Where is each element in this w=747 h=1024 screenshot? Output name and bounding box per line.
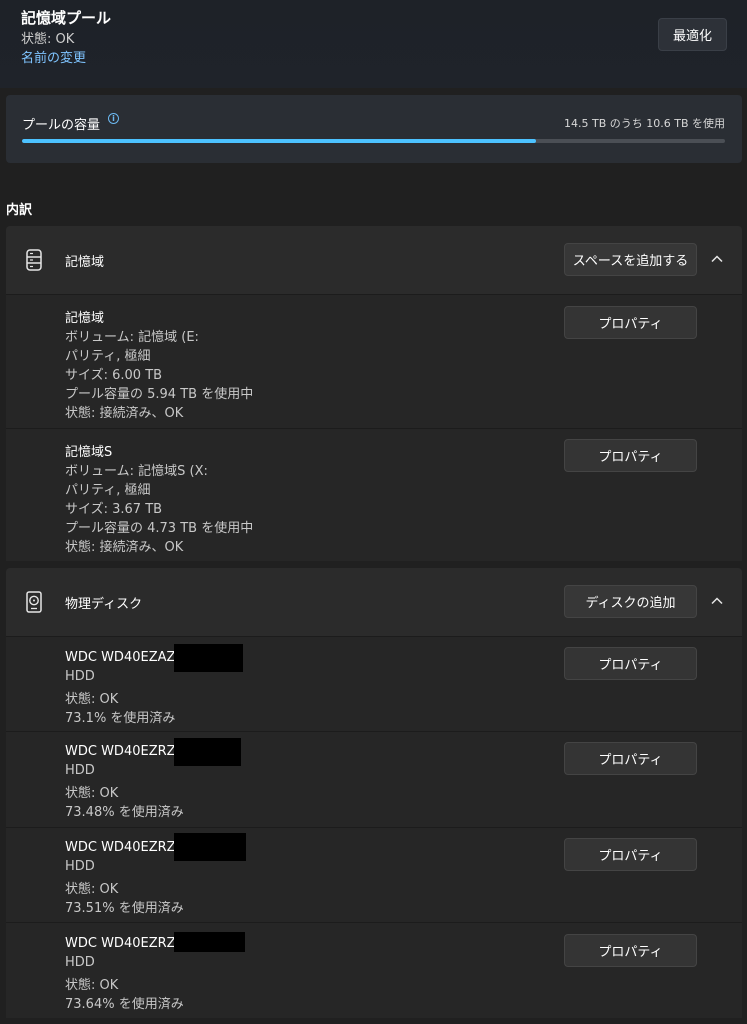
storage-space-resiliency: パリティ, 極細 — [65, 483, 151, 498]
storage-space-size: サイズ: 6.00 TB — [65, 368, 163, 383]
storage-space-status: 状態: 接続済み、OK — [65, 406, 184, 421]
disk-status: 状態: OK — [65, 786, 119, 801]
storage-space-volume: ボリューム: 記憶域 (E: — [65, 330, 199, 345]
page-title: 記憶域プール — [21, 9, 112, 27]
storage-space-resiliency: パリティ, 極細 — [65, 349, 151, 364]
capacity-card: プールの容量 i 14.5 TB のうち 10.6 TB を使用 — [6, 95, 742, 163]
storage-spaces-title: 記憶域 — [65, 255, 105, 270]
server-icon — [26, 249, 42, 271]
storage-space-volume: ボリューム: 記憶域S (X: — [65, 464, 208, 479]
disk-model: WDC WD40EZRZ — [65, 936, 176, 951]
disk-media-type: HDD — [65, 669, 95, 684]
storage-space-row: 記憶域S ボリューム: 記憶域S (X: パリティ, 極細 サイズ: 3.67 … — [6, 428, 742, 561]
disk-usage: 73.48% を使用済み — [65, 805, 184, 820]
chevron-up-icon[interactable] — [710, 594, 724, 608]
properties-button[interactable]: プロパティ — [564, 934, 697, 967]
pool-header: 記憶域プール 状態: OK 名前の変更 最適化 — [0, 0, 747, 88]
rename-link[interactable]: 名前の変更 — [21, 47, 86, 66]
disk-model: WDC WD40EZRZ — [65, 744, 176, 759]
disk-media-type: HDD — [65, 859, 95, 874]
properties-button[interactable]: プロパティ — [564, 439, 697, 472]
properties-button[interactable]: プロパティ — [564, 838, 697, 871]
add-disk-button[interactable]: ディスクの追加 — [564, 585, 697, 618]
disk-usage: 73.51% を使用済み — [65, 901, 184, 916]
disk-status: 状態: OK — [65, 692, 119, 707]
redacted-serial — [174, 932, 245, 952]
disk-usage: 73.64% を使用済み — [65, 997, 184, 1012]
storage-spaces-header[interactable]: 記憶域 スペースを追加する — [6, 226, 742, 294]
capacity-bar-fill — [22, 139, 536, 143]
disk-media-type: HDD — [65, 763, 95, 778]
storage-space-size: サイズ: 3.67 TB — [65, 502, 163, 517]
storage-space-pool-usage: プール容量の 4.73 TB を使用中 — [65, 521, 254, 536]
redacted-serial — [174, 738, 241, 766]
storage-space-name: 記憶域 — [65, 311, 105, 326]
properties-button[interactable]: プロパティ — [564, 306, 697, 339]
info-icon[interactable]: i — [108, 113, 119, 124]
redacted-serial — [174, 644, 243, 672]
disk-status: 状態: OK — [65, 978, 119, 993]
disk-model: WDC WD40EZRZ — [65, 840, 176, 855]
chevron-up-icon[interactable] — [710, 252, 724, 266]
properties-button[interactable]: プロパティ — [564, 647, 697, 680]
storage-space-pool-usage: プール容量の 5.94 TB を使用中 — [65, 387, 254, 402]
physical-disks-title: 物理ディスク — [65, 597, 143, 612]
disk-model: WDC WD40EZAZ — [65, 650, 176, 665]
physical-disk-row: WDC WD40EZRZ HDD 状態: OK 73.64% を使用済み プロパ… — [6, 922, 742, 1018]
disk-status: 状態: OK — [65, 882, 119, 897]
storage-space-name: 記憶域S — [65, 445, 113, 460]
capacity-usage-text: 14.5 TB のうち 10.6 TB を使用 — [564, 117, 725, 130]
physical-disk-row: WDC WD40EZRZ HDD 状態: OK 73.51% を使用済み プロパ… — [6, 827, 742, 922]
physical-disk-row: WDC WD40EZRZ HDD 状態: OK 73.48% を使用済み プロパ… — [6, 731, 742, 827]
optimize-button[interactable]: 最適化 — [658, 18, 727, 51]
redacted-serial — [174, 833, 246, 861]
breakdown-heading: 内訳 — [6, 203, 33, 218]
capacity-bar — [22, 139, 725, 143]
physical-disk-row: WDC WD40EZAZ HDD 状態: OK 73.1% を使用済み プロパテ… — [6, 636, 742, 731]
disk-usage: 73.1% を使用済み — [65, 711, 176, 726]
add-space-button[interactable]: スペースを追加する — [564, 243, 697, 276]
storage-space-row: 記憶域 ボリューム: 記憶域 (E: パリティ, 極細 サイズ: 6.00 TB… — [6, 294, 742, 428]
hard-disk-icon — [26, 591, 42, 613]
capacity-label: プールの容量 — [22, 118, 101, 133]
pool-status: 状態: OK — [21, 32, 75, 47]
storage-space-status: 状態: 接続済み、OK — [65, 540, 184, 555]
physical-disks-header[interactable]: 物理ディスク ディスクの追加 — [6, 568, 742, 636]
properties-button[interactable]: プロパティ — [564, 742, 697, 775]
disk-media-type: HDD — [65, 955, 95, 970]
